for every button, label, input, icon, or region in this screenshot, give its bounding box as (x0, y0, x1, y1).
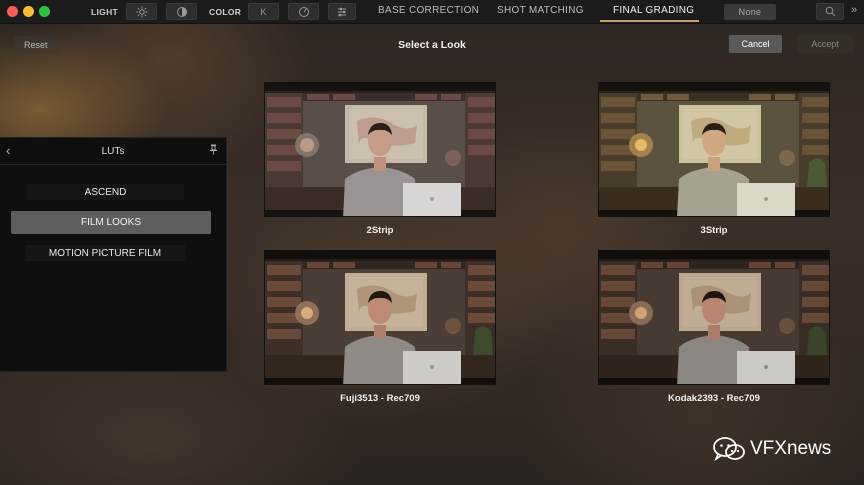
look-thumbnail-kodak2393[interactable] (598, 250, 830, 385)
tab-shot-matching[interactable]: SHOT MATCHING (497, 5, 584, 16)
tab-final-grading[interactable]: FINAL GRADING (613, 5, 694, 16)
search-button[interactable] (816, 3, 844, 20)
watermark-text: VFXnews (750, 438, 832, 459)
back-chevron-icon[interactable]: ‹ (6, 143, 10, 158)
look-label-3strip: 3Strip (700, 225, 728, 236)
more-chevron-icon[interactable]: » (851, 4, 857, 16)
lut-item-film-looks[interactable]: FILM LOOKS (11, 211, 211, 234)
lut-item-ascend[interactable]: ASCEND (27, 184, 184, 200)
search-icon (825, 6, 835, 17)
look-thumbnail-3strip[interactable] (598, 82, 830, 217)
light-label: LIGHT (91, 7, 118, 17)
look-label-fuji3513: Fuji3513 - Rec709 (340, 393, 420, 404)
contrast-icon (176, 6, 187, 17)
wechat-icon (713, 437, 745, 462)
top-toolbar: LIGHT COLOR K BASE CORRECTION SHOT MATCH… (0, 0, 864, 24)
look-label-kodak2393: Kodak2393 - Rec709 (668, 393, 760, 404)
preview-image (265, 251, 495, 384)
cancel-button[interactable]: Cancel (729, 35, 782, 53)
temperature-tool-button[interactable]: K (248, 3, 279, 20)
preview-image (265, 83, 495, 216)
tab-base-correction[interactable]: BASE CORRECTION (378, 5, 479, 16)
look-label-2strip: 2Strip (366, 225, 394, 236)
preview-image (599, 251, 829, 384)
preview-image (599, 83, 829, 216)
look-preset-dropdown[interactable]: None (724, 4, 776, 20)
color-label: COLOR (209, 7, 242, 17)
contrast-tool-button[interactable] (166, 3, 197, 20)
look-thumbnail-2strip[interactable] (264, 82, 496, 217)
lut-panel: ‹ LUTs ASCEND FILM LOOKS MOTION PICTURE … (0, 137, 227, 372)
adjustments-tool-button[interactable] (328, 3, 356, 20)
vfxnews-watermark: VFXnews (712, 436, 831, 462)
close-window-button[interactable] (7, 6, 18, 17)
lut-item-motion-picture-film[interactable]: MOTION PICTURE FILM (25, 245, 185, 261)
active-tab-indicator (600, 20, 699, 22)
pin-icon[interactable] (209, 144, 218, 158)
lut-panel-header: ‹ LUTs (0, 138, 226, 165)
color-wheel-icon (298, 6, 309, 17)
look-thumbnail-fuji3513[interactable] (264, 250, 496, 385)
exposure-tool-button[interactable] (126, 3, 157, 20)
lut-panel-title: LUTs (101, 145, 125, 157)
sun-icon (136, 6, 147, 17)
minimize-window-button[interactable] (23, 6, 34, 17)
sliders-icon (338, 7, 346, 16)
accept-button[interactable]: Accept (797, 35, 853, 53)
tint-tool-button[interactable] (288, 3, 319, 20)
zoom-window-button[interactable] (39, 6, 50, 17)
kelvin-icon: K (260, 6, 267, 17)
